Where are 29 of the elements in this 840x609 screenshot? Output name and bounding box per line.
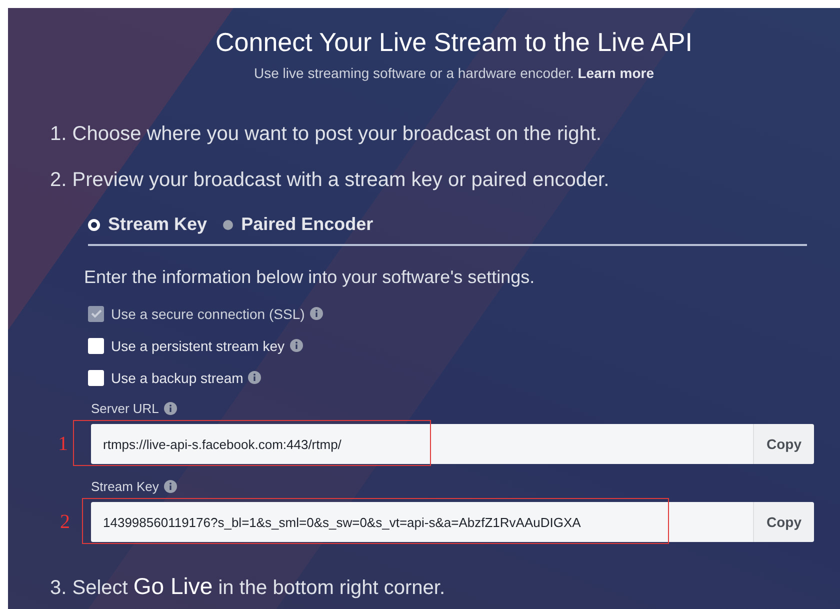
info-icon[interactable] — [164, 402, 177, 415]
radio-icon[interactable] — [88, 218, 100, 230]
step-text: 2. Preview your broadcast with a stream key or paired encoder. — [50, 169, 610, 192]
checkbox[interactable] — [88, 370, 104, 386]
step-text: 3. Select Go Live in the bottom right corner. — [50, 573, 446, 600]
annotation-number: 2 — [59, 510, 71, 534]
radio-tab[interactable]: Paired Encoder — [223, 214, 374, 235]
info-icon[interactable] — [290, 339, 303, 352]
checkbox-label: Use a persistent stream key — [111, 338, 285, 354]
info-icon[interactable] — [248, 371, 262, 384]
copy-button[interactable]: Copy — [753, 424, 814, 464]
page-title: Connect Your Live Stream to the Live API — [214, 27, 694, 58]
instructions-text: Enter the information below into your software's settings. — [84, 267, 536, 288]
checkbox-label: Use a backup stream — [111, 370, 244, 386]
step-text: 1. Choose where you want to post your broadcast on the right. — [50, 123, 602, 146]
field-label: Server URL — [91, 401, 177, 416]
checkbox-label: Use a secure connection (SSL) — [111, 306, 305, 322]
info-icon[interactable] — [310, 307, 323, 320]
annotation-number: 1 — [57, 432, 69, 456]
field-label: Stream Key — [91, 479, 177, 494]
text-field[interactable]: rtmps://live-api-s.facebook.com:443/rtmp/ — [91, 424, 753, 464]
subtitle: Use live streaming software or a hardware encoder. Learn more — [253, 65, 655, 81]
radio-icon[interactable] — [223, 220, 234, 230]
text-field[interactable]: 143998560119176?s_bl=1&s_sml=0&s_sw=0&s_vt=api-s&a=AbzfZ1RvAAuDIGXA — [91, 502, 753, 542]
learn-more-link[interactable]: Learn more — [578, 65, 654, 81]
info-icon[interactable] — [164, 480, 177, 493]
copy-button[interactable]: Copy — [753, 502, 814, 542]
radio-tab[interactable]: Stream Key — [88, 214, 208, 235]
checkbox[interactable] — [88, 338, 104, 354]
